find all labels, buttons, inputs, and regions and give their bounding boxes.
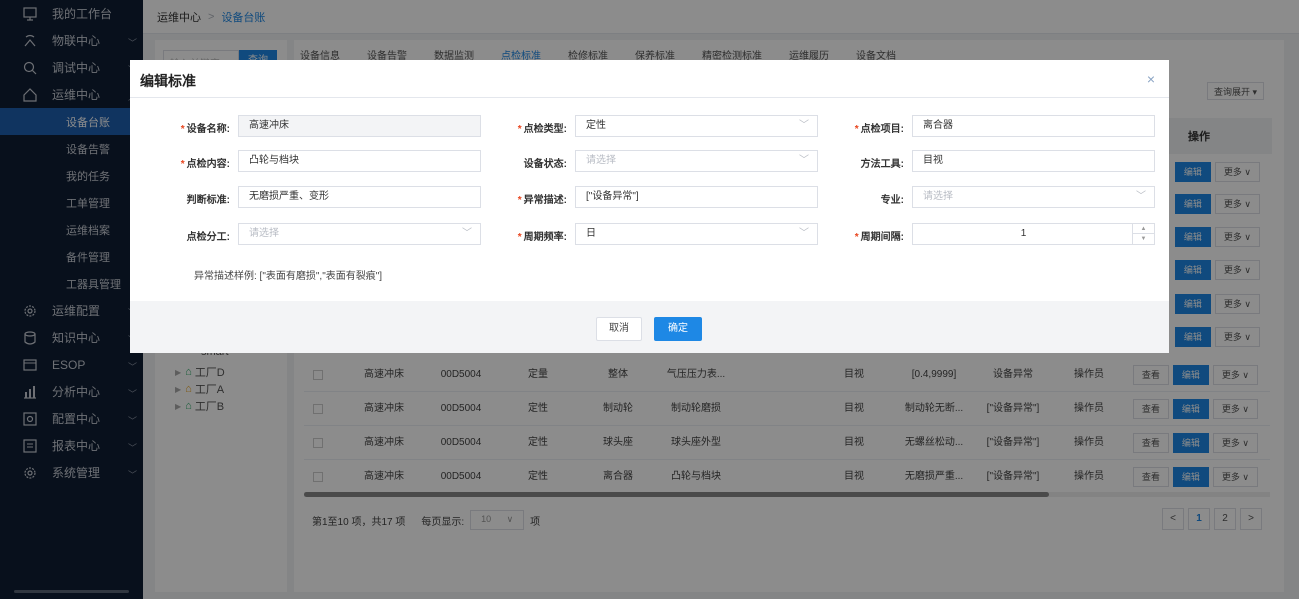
check-item-field[interactable]: 离合器 (912, 115, 1155, 137)
device-name-field[interactable]: 高速冲床 (238, 115, 481, 137)
chevron-down-icon: ﹀ (799, 155, 809, 166)
abnormal-desc-field[interactable]: ["设备异常"] (575, 186, 818, 208)
chevron-down-icon: ﹀ (799, 228, 809, 239)
method-tool-label: 方法工具: (860, 159, 904, 170)
specialty-label: 专业: (880, 195, 904, 206)
dialog-footer: 取消 确定 (130, 301, 1169, 353)
division-label: 点检分工: (186, 232, 230, 243)
increment-icon[interactable]: ▲ (1133, 224, 1154, 234)
check-type-select[interactable]: 定性 ﹀ (575, 115, 818, 137)
confirm-button[interactable]: 确定 (654, 317, 702, 341)
specialty-select[interactable]: 请选择 ﹀ (912, 186, 1155, 208)
abnormal-desc-example: 异常描述样例: ["表面有磨损","表面有裂痕"] (194, 271, 383, 282)
check-type-label: * 点检类型: (517, 124, 567, 135)
check-item-label: * 点检项目: (854, 124, 904, 135)
criteria-label: 判断标准: (186, 195, 230, 206)
device-status-select[interactable]: 请选择 ﹀ (575, 150, 818, 172)
interval-label: * 周期间隔: (854, 232, 904, 243)
device-status-label: 设备状态: (523, 159, 567, 170)
dialog-header: 编辑标准 × (130, 60, 1169, 98)
frequency-select[interactable]: 日 ﹀ (575, 223, 818, 245)
check-content-label: * 点检内容: (180, 159, 230, 170)
cancel-button[interactable]: 取消 (596, 317, 642, 341)
stepper-controls: ▲ ▼ (1132, 224, 1154, 244)
division-select[interactable]: 请选择 ﹀ (238, 223, 481, 245)
device-name-label: * 设备名称: (180, 124, 230, 135)
interval-stepper[interactable]: 1 ▲ ▼ (912, 223, 1155, 245)
method-tool-field[interactable]: 目视 (912, 150, 1155, 172)
criteria-field[interactable]: 无磨损严重、变形 (238, 186, 481, 208)
chevron-down-icon: ﹀ (1136, 191, 1146, 202)
abnormal-desc-label: * 异常描述: (517, 195, 567, 206)
check-content-field[interactable]: 凸轮与档块 (238, 150, 481, 172)
decrement-icon[interactable]: ▼ (1133, 234, 1154, 244)
close-icon[interactable]: × (1147, 71, 1155, 87)
edit-standard-dialog: 编辑标准 × * 设备名称: 高速冲床 * 点检类型: 定性 ﹀ * 点检项目: 离合器… (130, 60, 1169, 353)
chevron-down-icon: ﹀ (462, 228, 472, 239)
dialog-title: 编辑标准 (140, 73, 196, 89)
frequency-label: * 周期频率: (517, 232, 567, 243)
chevron-down-icon: ﹀ (799, 120, 809, 131)
